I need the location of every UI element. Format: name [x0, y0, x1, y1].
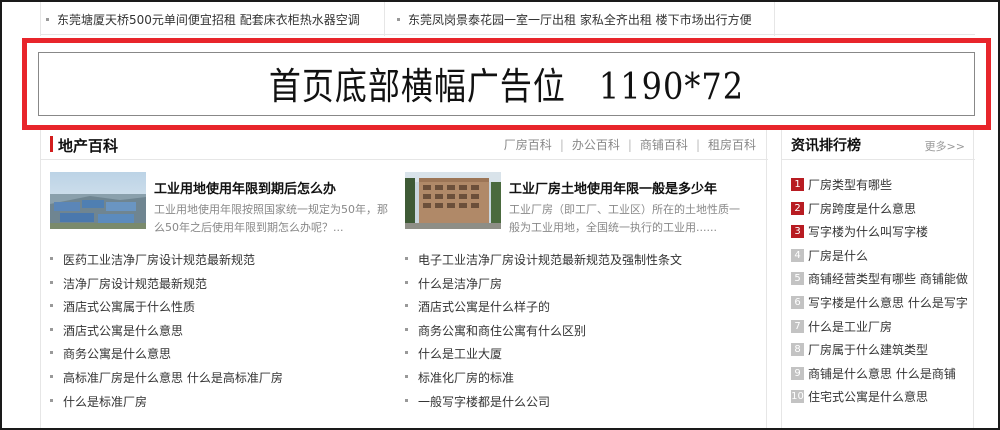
- list-item[interactable]: 标准化厂房的标准: [405, 366, 750, 390]
- tab-rent-wiki[interactable]: 租房百科: [708, 138, 756, 152]
- article-list-right: 电子工业洁净厂房设计规范最新规范及强制性条文 什么是洁净厂房 酒店式公寓是什么样…: [405, 248, 750, 413]
- ranking-title: 资讯排行榜: [791, 138, 861, 154]
- article-list-left: 医药工业洁净厂房设计规范最新规范 洁净厂房设计规范最新规范 酒店式公寓属于什么性…: [50, 248, 390, 413]
- list-item[interactable]: 电子工业洁净厂房设计规范最新规范及强制性条文: [405, 248, 750, 272]
- rank-badge: 10: [791, 390, 804, 404]
- list-item[interactable]: 洁净厂房设计规范最新规范: [50, 272, 390, 296]
- rank-badge: 7: [791, 319, 804, 333]
- rank-badge: 6: [791, 295, 804, 309]
- tab-shop-wiki[interactable]: 商铺百科: [640, 138, 688, 152]
- rank-badge: 2: [791, 201, 804, 215]
- list-item[interactable]: 什么是洁净厂房: [405, 272, 750, 296]
- ranking-item[interactable]: 6 写字楼是什么意思 什么是写字楼: [791, 293, 971, 317]
- feature-title-right[interactable]: 工业厂房土地使用年限一般是多少年: [509, 178, 717, 197]
- list-item[interactable]: 一般写字楼都是什么公司: [405, 390, 750, 414]
- list-item[interactable]: 商务公寓是什么意思: [50, 342, 390, 366]
- list-item[interactable]: 商务公寓和商住公寓有什么区别: [405, 319, 750, 343]
- factory-building-photo[interactable]: [405, 172, 501, 229]
- section-marker: [50, 136, 53, 152]
- tab-factory-wiki[interactable]: 厂房百科: [504, 138, 552, 152]
- ranking-header: 资讯排行榜 更多>>: [782, 130, 975, 160]
- list-item[interactable]: 什么是标准厂房: [50, 390, 390, 414]
- section-title: 地产百科: [58, 137, 119, 155]
- section-header: 地产百科 厂房百科 | 办公百科 | 商铺百科 | 租房百科: [41, 130, 768, 160]
- top-link-left[interactable]: 东莞塘厦天桥500元单间便宜招租 配套床衣柜热水器空调: [46, 11, 360, 28]
- ranking-list: 1 厂房类型有哪些 2 厂房跨度是什么意思 3 写字楼为什么叫写字楼 4 厂房是什么 5…: [791, 175, 971, 411]
- rank-badge: 1: [791, 178, 804, 191]
- banner-ad[interactable]: 首页底部横幅广告位 1190*72: [38, 52, 975, 116]
- banner-ad-highlight: 首页底部横幅广告位 1190*72: [22, 38, 991, 130]
- rank-badge: 8: [791, 343, 804, 357]
- ranking-item[interactable]: 10 住宅式公寓是什么意思: [791, 387, 971, 411]
- estate-wiki-section: 地产百科 厂房百科 | 办公百科 | 商铺百科 | 租房百科 工业用地使用年限到…: [40, 130, 768, 430]
- feature-desc-left: 工业用地使用年限按照国家统一规定为50年，那么50年之后使用年限到期怎么办呢？.…: [154, 203, 388, 234]
- list-item[interactable]: 酒店式公寓是什么意思: [50, 319, 390, 343]
- more-link[interactable]: 更多>>: [925, 138, 965, 154]
- ranking-item[interactable]: 9 商铺是什么意思 什么是商铺: [791, 364, 971, 388]
- top-strip: 东莞塘厦天桥500元单间便宜招租 配套床衣柜热水器空调 东莞凤岗景泰花园一室一厅…: [0, 0, 1000, 36]
- rank-badge: 9: [791, 366, 804, 380]
- feature-title-left[interactable]: 工业用地使用年限到期后怎么办: [154, 178, 336, 197]
- ranking-item[interactable]: 1 厂房类型有哪些: [791, 175, 971, 199]
- list-item[interactable]: 医药工业洁净厂房设计规范最新规范: [50, 248, 390, 272]
- list-item[interactable]: 酒店式公寓属于什么性质: [50, 295, 390, 319]
- tab-office-wiki[interactable]: 办公百科: [572, 138, 620, 152]
- list-item[interactable]: 酒店式公寓是什么样子的: [405, 295, 750, 319]
- rank-badge: 3: [791, 225, 804, 239]
- list-item[interactable]: 什么是工业大厦: [405, 342, 750, 366]
- feature-desc-right: 工业厂房（即工厂、工业区）所在的土地性质一般为工业用地，全国统一执行的工业用..…: [509, 203, 740, 234]
- news-ranking-panel: 资讯排行榜 更多>> 1 厂房类型有哪些 2 厂房跨度是什么意思 3 写字楼为什么叫写…: [781, 130, 975, 430]
- ranking-item[interactable]: 2 厂房跨度是什么意思: [791, 199, 971, 223]
- section-tabs: 厂房百科 | 办公百科 | 商铺百科 | 租房百科: [503, 138, 756, 152]
- industrial-park-photo[interactable]: [50, 172, 146, 229]
- rank-badge: 5: [791, 272, 804, 286]
- banner-ad-text: 首页底部横幅广告位 1190*72: [268, 64, 745, 109]
- top-link-right[interactable]: 东莞凤岗景泰花园一室一厅出租 家私全齐出租 楼下市场出行方便: [397, 11, 752, 28]
- list-item[interactable]: 高标准厂房是什么意思 什么是高标准厂房: [50, 366, 390, 390]
- ranking-item[interactable]: 5 商铺经营类型有哪些 商铺能做...: [791, 269, 971, 293]
- rank-badge: 4: [791, 248, 804, 262]
- ranking-item[interactable]: 3 写字楼为什么叫写字楼: [791, 222, 971, 246]
- ranking-item[interactable]: 4 厂房是什么: [791, 246, 971, 270]
- ranking-item[interactable]: 7 什么是工业厂房: [791, 317, 971, 341]
- ranking-item[interactable]: 8 厂房属于什么建筑类型: [791, 340, 971, 364]
